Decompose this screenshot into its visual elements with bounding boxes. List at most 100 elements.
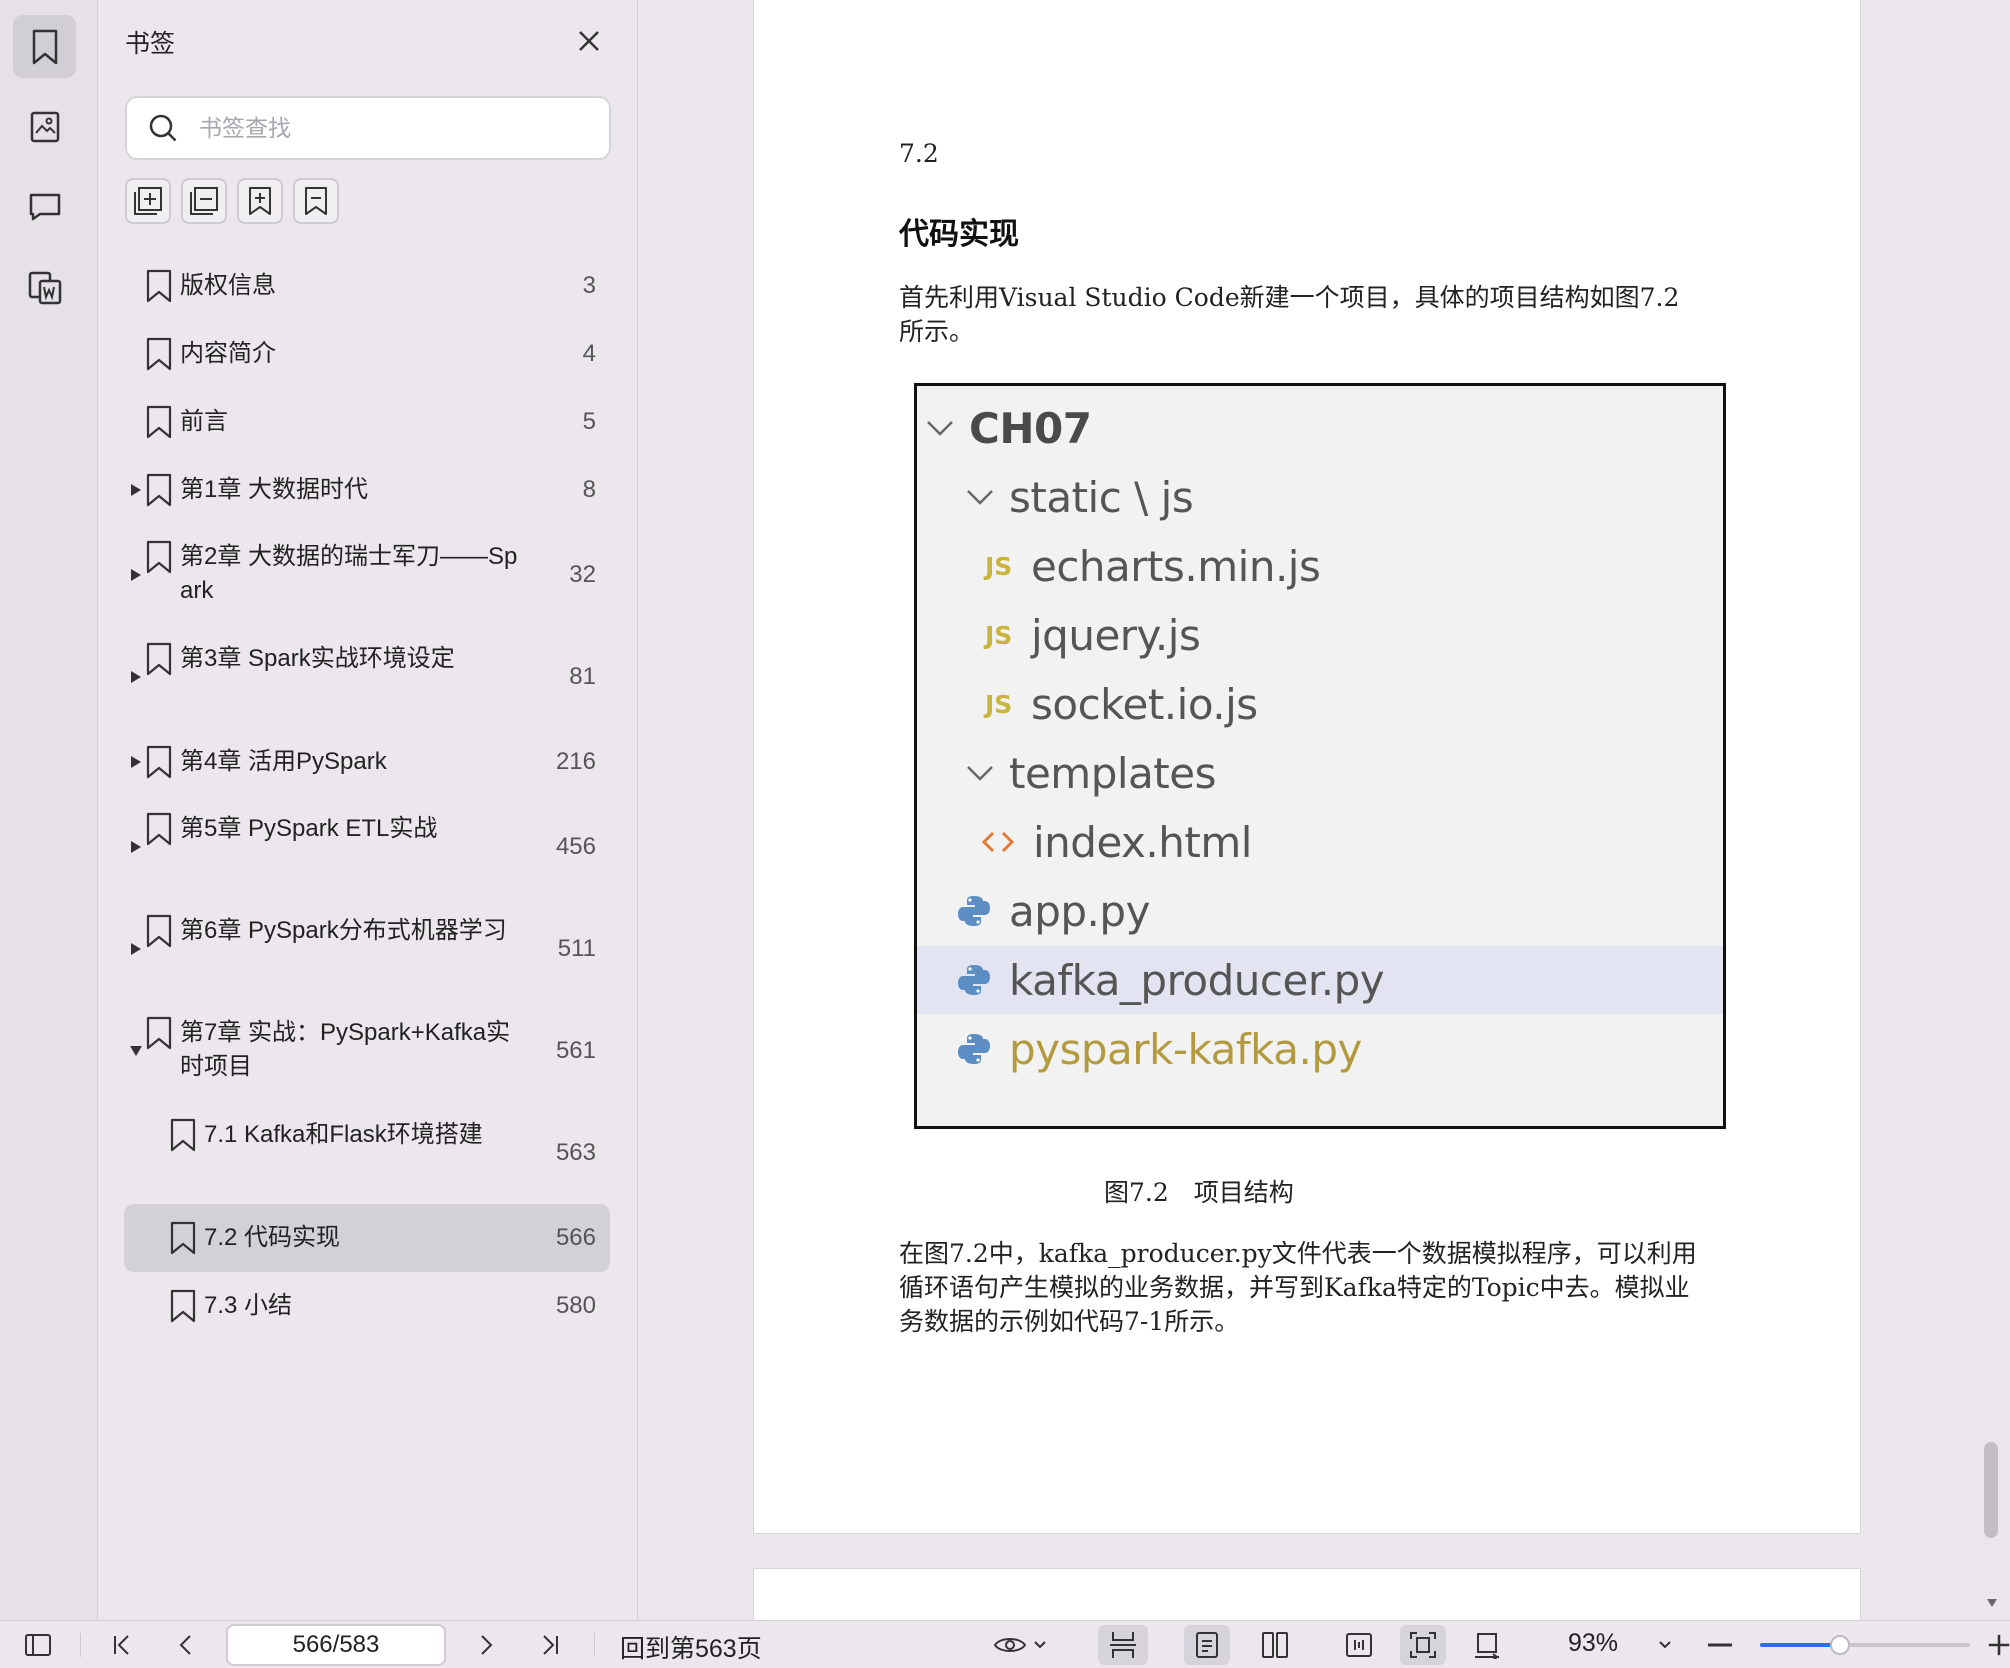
document-viewport[interactable]: 7.2 代码实现 首先利用Visual Studio Code新建一个项目，具体… <box>638 0 1988 1620</box>
scroll-down-arrow-icon[interactable] <box>1986 1598 1998 1608</box>
bookmark-item[interactable]: 第1章 大数据时代 8 <box>124 456 610 524</box>
caret-right-icon[interactable] <box>128 567 144 583</box>
vertical-scrollbar[interactable] <box>1975 0 2010 1620</box>
toggle-sidebar-button[interactable] <box>18 1625 58 1665</box>
continuous-scroll-button[interactable] <box>1098 1625 1148 1665</box>
last-page-button[interactable] <box>530 1625 570 1665</box>
bookmark-page-number: 8 <box>582 476 596 503</box>
bookmark-label: 第1章 大数据时代 <box>180 476 369 503</box>
scrollbar-thumb[interactable] <box>1984 1442 1998 1538</box>
python-file-icon <box>958 1034 990 1064</box>
plus-icon <box>1988 1634 2010 1656</box>
bookmark-item[interactable]: 第3章 Spark实战环境设定 81 <box>124 626 610 728</box>
bookmark-item[interactable]: 7.3 小结 580 <box>124 1272 610 1340</box>
bookmark-label: 第5章 PySpark ETL实战 <box>180 815 438 842</box>
chevron-right-icon <box>481 1635 493 1655</box>
caret-right-icon[interactable] <box>128 941 144 957</box>
add-bookmark-icon <box>134 187 162 215</box>
two-page-button[interactable] <box>1252 1625 1298 1665</box>
bookmark-list: 版权信息 3 内容简介 4 前言 5 第1章 大数据时代 8 第2章 大数据的瑞士军刀——Spa… <box>124 252 610 1340</box>
single-page-button[interactable] <box>1184 1625 1230 1665</box>
comment-rail-button[interactable] <box>13 175 76 238</box>
search-icon <box>147 112 187 144</box>
thumbnail-rail-button[interactable] <box>13 95 76 158</box>
bookmark-item[interactable]: 第7章 实战：PySpark+Kafka实时项目 561 <box>124 1000 610 1102</box>
fit-width-icon <box>1346 1633 1372 1657</box>
explorer-item-name: templates <box>1009 748 1216 798</box>
figure-caption: 图7.2 项目结构 <box>1104 1178 1294 1207</box>
explorer-item-name: echarts.min.js <box>1031 541 1321 591</box>
bookmark-icon <box>146 269 172 303</box>
zoom-out-button[interactable] <box>1702 1625 1738 1665</box>
zoom-dropdown-button[interactable] <box>1650 1625 1680 1665</box>
convert-icon <box>28 271 61 304</box>
bookmark-item[interactable]: 7.2 代码实现 566 <box>124 1204 610 1272</box>
caret-down-icon[interactable] <box>128 1043 144 1059</box>
section-number: 7.2 <box>899 139 939 168</box>
zoom-level[interactable]: 93% <box>1568 1629 1618 1658</box>
caret-right-icon[interactable] <box>128 839 144 855</box>
close-panel-button[interactable] <box>572 24 606 58</box>
bookmark-item[interactable]: 版权信息 3 <box>124 252 610 320</box>
previous-page-button[interactable] <box>166 1625 206 1665</box>
convert-rail-button[interactable] <box>13 256 76 319</box>
zoom-slider[interactable] <box>1760 1635 1970 1655</box>
bookmark-item[interactable]: 第5章 PySpark ETL实战 456 <box>124 796 610 898</box>
collapse-all-button[interactable] <box>293 178 339 224</box>
zoom-in-button[interactable] <box>1988 1625 2010 1665</box>
add-bookmark-button[interactable] <box>125 178 171 224</box>
bookmark-page-number: 456 <box>555 833 596 860</box>
bookmark-search-box[interactable] <box>125 96 611 160</box>
zoom-slider-fill <box>1760 1643 1840 1647</box>
fit-width-button[interactable] <box>1336 1625 1382 1665</box>
section-title: 代码实现 <box>899 217 1019 252</box>
caret-right-icon[interactable] <box>128 482 144 498</box>
eye-icon <box>993 1638 1027 1652</box>
first-page-button[interactable] <box>102 1625 142 1665</box>
page-number-input[interactable]: 566/583 <box>226 1624 446 1666</box>
explorer-row: JS socket.io.js <box>917 670 1723 738</box>
bookmark-item[interactable]: 前言 5 <box>124 388 610 456</box>
bookmark-rail-button[interactable] <box>13 15 76 78</box>
view-mode-dropdown[interactable] <box>988 1625 1052 1665</box>
bookmark-item[interactable]: 第6章 PySpark分布式机器学习 511 <box>124 898 610 1000</box>
bookmark-page-number: 216 <box>555 748 596 775</box>
bookmark-icon <box>146 337 172 371</box>
bookmark-label: 7.2 代码实现 <box>204 1224 341 1251</box>
bookmark-search-input[interactable] <box>199 114 579 142</box>
chevron-down-icon <box>967 766 993 781</box>
bookmark-icon <box>32 29 57 64</box>
chevron-left-icon <box>179 1635 191 1655</box>
caret-right-icon[interactable] <box>128 669 144 685</box>
bookmark-item[interactable]: 7.1 Kafka和Flask环境搭建 563 <box>124 1102 610 1204</box>
bookmark-page-number: 5 <box>582 408 596 435</box>
bookmark-icon <box>170 1289 196 1323</box>
minus-icon <box>1708 1643 1732 1647</box>
explorer-row: JS echarts.min.js <box>917 532 1723 600</box>
explorer-item-name: static \ js <box>1009 472 1194 522</box>
js-file-icon: JS <box>985 689 1013 719</box>
explorer-item-name: kafka_producer.py <box>1009 955 1385 1005</box>
bookmark-item[interactable]: 内容简介 4 <box>124 320 610 388</box>
expand-all-button[interactable] <box>237 178 283 224</box>
python-file-icon <box>958 965 990 995</box>
remove-bookmark-button[interactable] <box>181 178 227 224</box>
bookmark-label: 第4章 活用PySpark <box>180 748 387 775</box>
bookmark-item[interactable]: 第2章 大数据的瑞士军刀——Spark 32 <box>124 524 610 626</box>
back-to-page-link[interactable]: 回到第563页 <box>620 1629 762 1665</box>
bookmark-item[interactable]: 第4章 活用PySpark 216 <box>124 728 610 796</box>
chevron-down-icon <box>927 421 953 436</box>
fit-page-icon <box>1410 1632 1436 1658</box>
bookmark-icon <box>146 405 172 439</box>
panel-title: 书签 <box>125 30 176 58</box>
two-page-icon <box>1262 1632 1288 1658</box>
fit-page-button[interactable] <box>1400 1625 1446 1665</box>
next-page-button[interactable] <box>466 1625 506 1665</box>
bookmark-icon <box>146 914 172 948</box>
html-file-icon <box>981 831 1015 853</box>
bookmark-label: 7.3 小结 <box>204 1292 293 1319</box>
zoom-slider-knob[interactable] <box>1829 1635 1850 1655</box>
bookmark-icon <box>146 473 172 507</box>
rotate-page-button[interactable] <box>1464 1625 1510 1665</box>
caret-right-icon[interactable] <box>128 754 144 770</box>
